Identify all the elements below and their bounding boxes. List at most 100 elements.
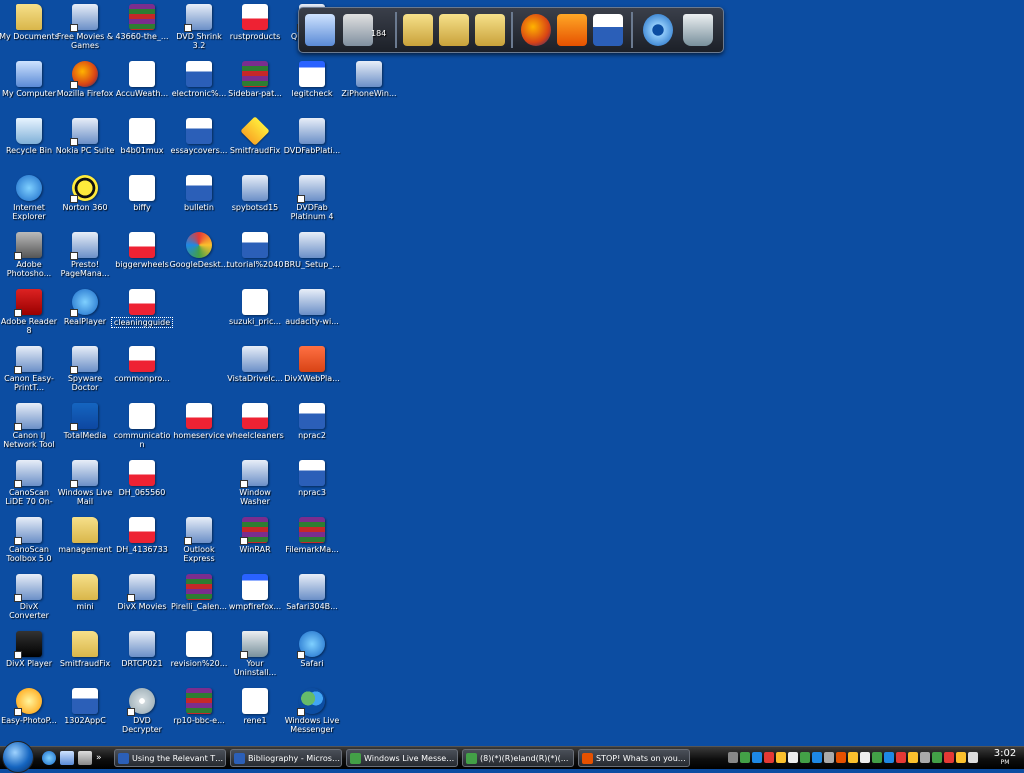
desktop-icon[interactable]: Mozilla Firefox: [56, 59, 114, 116]
desktop-icon[interactable]: FilemarkMa...: [283, 515, 341, 572]
desktop-icon[interactable]: GoogleDeskt...: [170, 230, 228, 287]
desktop-icon[interactable]: Nokia PC Suite: [56, 116, 114, 173]
desktop-icon[interactable]: DivX Converter: [0, 572, 58, 629]
tray-icon[interactable]: [920, 752, 930, 763]
desktop-icon[interactable]: b4b01mux: [113, 116, 171, 173]
desktop-icon[interactable]: wmpfirefox...: [226, 572, 284, 629]
desktop-icon[interactable]: Pirelli_Calen...: [170, 572, 228, 629]
desktop-icon[interactable]: Easy-PhotoP...: [0, 686, 58, 743]
settings-icon[interactable]: [643, 14, 673, 46]
desktop-icon[interactable]: wheelcleaners: [226, 401, 284, 458]
desktop-icon[interactable]: biffy: [113, 173, 171, 230]
desktop-icon[interactable]: spybotsd15: [226, 173, 284, 230]
tray-icon[interactable]: [932, 752, 942, 763]
desktop-icon[interactable]: 43660-the_...: [113, 2, 171, 59]
tray-icon[interactable]: [848, 752, 858, 763]
tray-icon[interactable]: [728, 752, 738, 763]
desktop-icon[interactable]: homeservice: [170, 401, 228, 458]
taskbar-button[interactable]: Bibliography - Microsof...: [230, 749, 342, 767]
desktop-icon[interactable]: DVD Decrypter: [113, 686, 171, 743]
desktop-icon[interactable]: Canon Easy-PrintT...: [0, 344, 58, 401]
desktop-icon[interactable]: commonpro...: [113, 344, 171, 401]
tray-icon[interactable]: [776, 752, 786, 763]
quicklaunch-more-icon[interactable]: »: [96, 751, 104, 765]
desktop-icon[interactable]: electronic%...: [170, 59, 228, 116]
tray-icon[interactable]: [752, 752, 762, 763]
desktop-icon[interactable]: Canon IJ Network Tool: [0, 401, 58, 458]
taskbar-button[interactable]: Windows Live Messenger: [346, 749, 458, 767]
desktop-icon[interactable]: Windows Live Messenger: [283, 686, 341, 743]
desktop-icon[interactable]: bulletin: [170, 173, 228, 230]
quicklaunch-window-icon[interactable]: [78, 751, 92, 765]
desktop-icon[interactable]: rustproducts: [226, 2, 284, 59]
desktop-icon[interactable]: SmitfraudFix: [226, 116, 284, 173]
desktop-icon[interactable]: DVD Shrink 3.2: [170, 2, 228, 59]
taskbar-button[interactable]: (8)(*)(R)eland(R)(*)(...: [462, 749, 574, 767]
desktop-icon[interactable]: audacity-wi...: [283, 287, 341, 344]
desktop-icon[interactable]: nprac2: [283, 401, 341, 458]
desktop-icon[interactable]: Sidebar-pat...: [226, 59, 284, 116]
desktop-icon[interactable]: Recycle Bin: [0, 116, 58, 173]
folder-icon[interactable]: [403, 14, 433, 46]
desktop-icon[interactable]: AccuWeath...: [113, 59, 171, 116]
folder-icon[interactable]: [439, 14, 469, 46]
desktop-icon[interactable]: Window Washer: [226, 458, 284, 515]
desktop-icon[interactable]: DVDFabPlati...: [283, 116, 341, 173]
desktop-icon[interactable]: ZiPhoneWin...: [340, 59, 398, 116]
desktop-icon[interactable]: VistaDriveIc...: [226, 344, 284, 401]
desktop-icon[interactable]: rene1: [226, 686, 284, 743]
trash-icon[interactable]: [683, 14, 713, 46]
tray-icon[interactable]: [788, 752, 798, 763]
desktop-icon[interactable]: Free Movies & Games: [56, 2, 114, 59]
desktop-icon[interactable]: Safari304B...: [283, 572, 341, 629]
desktop-icon[interactable]: Outlook Express: [170, 515, 228, 572]
quicklaunch-desktop-icon[interactable]: [60, 751, 74, 765]
media-player-icon[interactable]: [557, 14, 587, 46]
desktop-icon[interactable]: DivXWebPla...: [283, 344, 341, 401]
desktop-icon[interactable]: Internet Explorer: [0, 173, 58, 230]
tray-icon[interactable]: [956, 752, 966, 763]
desktop-icon[interactable]: My Documents: [0, 2, 59, 59]
tray-icon[interactable]: [836, 752, 846, 763]
tray-icon[interactable]: [908, 752, 918, 763]
desktop-icon[interactable]: DH_4136733: [113, 515, 171, 572]
desktop-icon[interactable]: BRU_Setup_...: [283, 230, 341, 287]
desktop-icon[interactable]: legitcheck: [283, 59, 341, 116]
desktop-icon[interactable]: communication: [113, 401, 171, 458]
desktop-icon[interactable]: TotalMedia: [56, 401, 114, 458]
folder-icon[interactable]: [475, 14, 505, 46]
desktop-icon[interactable]: CanoScan Toolbox 5.0: [0, 515, 58, 572]
desktop-icon[interactable]: suzuki_pric...: [226, 287, 284, 344]
desktop-icon[interactable]: essaycovers...: [170, 116, 228, 173]
quicklaunch-ie-icon[interactable]: [42, 751, 56, 765]
desktop-icon[interactable]: revision%20...: [170, 629, 228, 686]
tray-icon[interactable]: [824, 752, 834, 763]
taskbar-button[interactable]: Using the Relevant Th...: [114, 749, 226, 767]
tray-icon[interactable]: [800, 752, 810, 763]
desktop-icon[interactable]: Safari: [283, 629, 341, 686]
desktop-icon[interactable]: CanoScan LiDE 70 On-scree...: [0, 458, 58, 515]
desktop-icon[interactable]: mini: [56, 572, 114, 629]
firefox-icon[interactable]: [521, 14, 551, 46]
tray-icon[interactable]: [860, 752, 870, 763]
desktop-icon[interactable]: cleaningguide: [111, 287, 173, 344]
tray-icon[interactable]: [740, 752, 750, 763]
desktop-icon[interactable]: DRTCP021: [113, 629, 171, 686]
desktop-icon[interactable]: RealPlayer: [56, 287, 114, 344]
tray-icon[interactable]: [764, 752, 774, 763]
computer-icon[interactable]: [305, 14, 335, 46]
desktop-icon[interactable]: 1302AppC: [56, 686, 114, 743]
desktop-icon[interactable]: Adobe Reader 8: [0, 287, 58, 344]
desktop-icon[interactable]: DivX Player: [0, 629, 58, 686]
desktop-icon[interactable]: My Computer: [0, 59, 58, 116]
tray-icon[interactable]: [872, 752, 882, 763]
tray-icon[interactable]: [884, 752, 894, 763]
tray-icon[interactable]: [968, 752, 978, 763]
desktop-icon[interactable]: Spyware Doctor: [56, 344, 114, 401]
taskbar-button[interactable]: STOP! Whats on your ...: [578, 749, 690, 767]
start-button[interactable]: [2, 741, 34, 773]
network-icon[interactable]: [343, 14, 373, 46]
tray-icon[interactable]: [812, 752, 822, 763]
desktop-icon[interactable]: DivX Movies: [113, 572, 171, 629]
desktop-icon[interactable]: DH_065560: [113, 458, 171, 515]
